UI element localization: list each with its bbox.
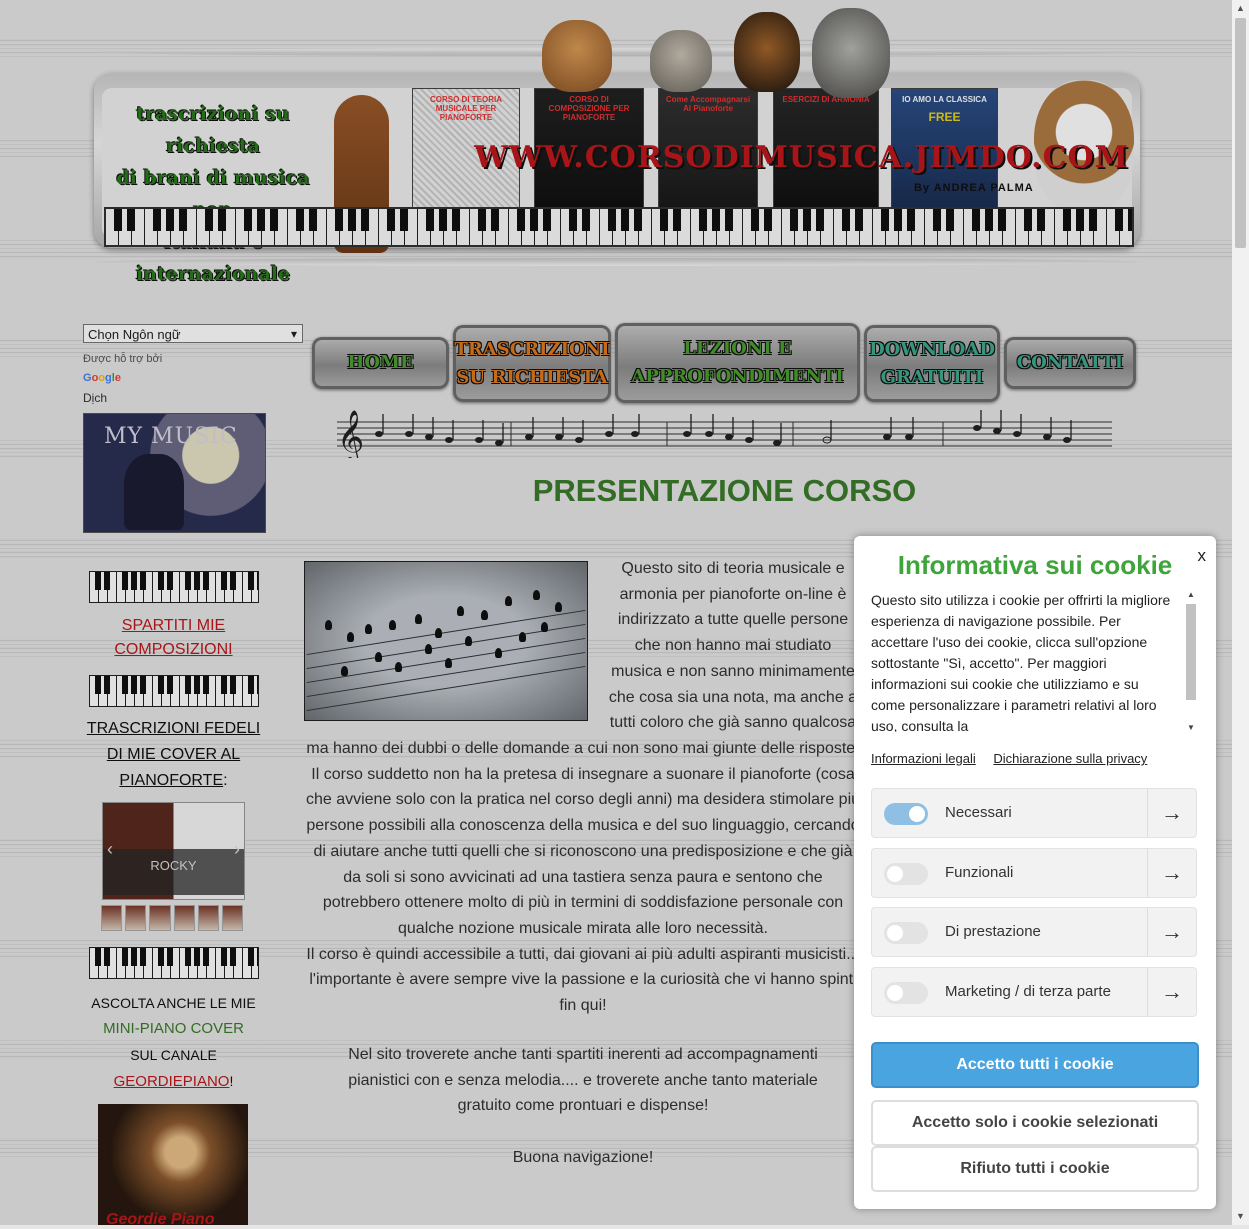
scroll-down-icon[interactable]: ▼ <box>1184 723 1198 732</box>
privacy-link[interactable]: Dichiarazione sulla privacy <box>993 751 1147 766</box>
arrow-right-icon[interactable]: → <box>1147 789 1196 837</box>
category-label: Marketing / di terza parte <box>945 983 1111 1000</box>
cookie-category-funzionali: Funzionali → <box>871 848 1197 898</box>
arrow-right-icon[interactable]: → <box>1147 908 1196 956</box>
accept-all-button[interactable]: Accetto tutti i cookie <box>871 1042 1199 1088</box>
legal-info-link[interactable]: Informazioni legali <box>871 751 976 766</box>
arrow-right-icon[interactable]: → <box>1147 968 1196 1016</box>
cookie-dialog: x Informativa sui cookie Questo sito uti… <box>854 536 1216 1209</box>
cookie-category-necessari: Necessari → <box>871 788 1197 838</box>
arrow-right-icon[interactable]: → <box>1147 849 1196 897</box>
reject-all-button[interactable]: Rifiuto tutti i cookie <box>871 1146 1199 1192</box>
scroll-up-icon[interactable]: ▲ <box>1184 590 1198 599</box>
accept-selected-button[interactable]: Accetto solo i cookie selezionati <box>871 1100 1199 1146</box>
cookie-title: Informativa sui cookie <box>897 550 1173 580</box>
prestazione-toggle[interactable] <box>884 922 928 944</box>
cookie-category-prestazione: Di prestazione → <box>871 907 1197 957</box>
category-label: Funzionali <box>945 864 1014 881</box>
cookie-text-scrollbar[interactable]: ▲ ▼ <box>1184 590 1198 732</box>
category-label: Necessari <box>945 804 1012 821</box>
page-scrollbar[interactable]: ▲ ▼ <box>1232 0 1249 1225</box>
scroll-up-icon[interactable]: ▲ <box>1232 0 1249 17</box>
cookie-category-marketing: Marketing / di terza parte → <box>871 967 1197 1017</box>
scrollbar-thumb[interactable] <box>1235 18 1246 248</box>
marketing-toggle[interactable] <box>884 982 928 1004</box>
cookie-links: Informazioni legali Dichiarazione sulla … <box>871 751 1161 766</box>
necessari-toggle[interactable] <box>884 803 928 825</box>
scroll-down-icon[interactable]: ▼ <box>1232 1208 1249 1225</box>
funzionali-toggle[interactable] <box>884 863 928 885</box>
category-label: Di prestazione <box>945 923 1041 940</box>
cookie-description: Questo sito utilizza i cookie per offrir… <box>871 592 1171 732</box>
scrollbar-thumb[interactable] <box>1186 604 1196 700</box>
